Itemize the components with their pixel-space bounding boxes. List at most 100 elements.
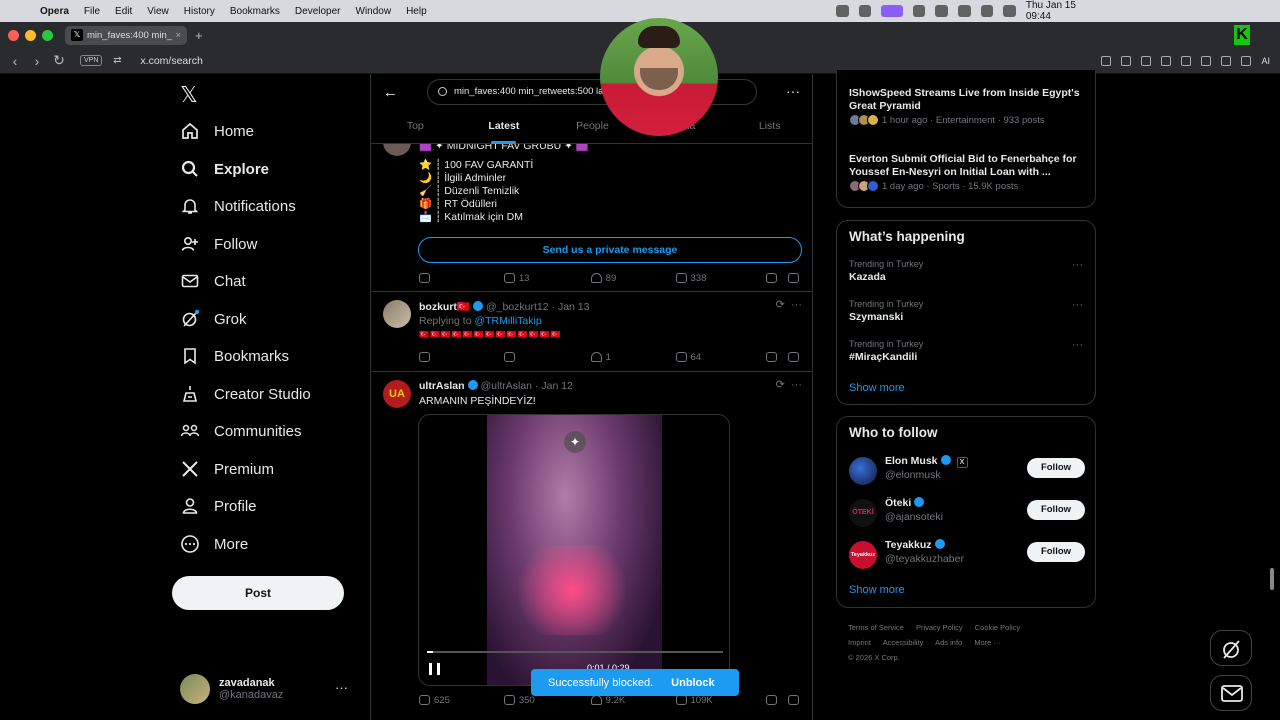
account-switcher[interactable]: zavadanak @kanadavaz ··· [180,674,360,704]
nav-communities[interactable]: Communities [180,417,302,445]
play-icon[interactable] [958,5,971,17]
nav-profile[interactable]: Profile [180,492,257,520]
trends-show-more-link[interactable]: Show more [849,382,905,394]
pause-icon[interactable] [429,663,440,675]
unblock-button[interactable]: Unblock [671,677,714,689]
trend-more-icon[interactable]: ··· [1072,339,1083,351]
moon-icon[interactable] [980,5,994,17]
messages-fab-button[interactable] [1210,675,1252,711]
footer-link[interactable]: Cookie Policy [975,623,1020,632]
avatar[interactable]: ÖTEKİ [849,499,877,527]
list-icon[interactable] [1201,56,1212,66]
trend-name[interactable]: Szymanski [849,311,903,323]
menu-view[interactable]: View [147,6,169,17]
cube-icon[interactable] [1241,56,1252,66]
tweet-midnight-fav[interactable]: 🟪 ✦ MIDNIGHT FAV GRUBU ✦ 🟪 ⭐ ┆ 100 FAV G… [371,128,812,292]
tweet-ultraslan[interactable]: UA ultrAslan @ultrAslan · Jan 12 ⟳ ··· AR… [371,372,812,720]
reply-button[interactable]: 625 [419,693,504,707]
reply-button[interactable] [419,271,504,285]
nav-explore[interactable]: Explore [180,155,269,183]
footer-link[interactable]: Terms of Service [848,623,904,632]
vpn-badge[interactable]: VPN [80,55,103,66]
share-button[interactable] [787,693,799,707]
footer-link[interactable]: Accessibility [883,638,924,647]
news-title[interactable]: IShowSpeed Streams Live from Inside Egyp… [849,87,1085,113]
url-field[interactable]: x.com/search [140,55,202,67]
menu-developer[interactable]: Developer [295,6,341,17]
follow-suggestion[interactable]: ÖTEKİ Öteki @ajansoteki Follow [849,497,1085,529]
follow-button[interactable]: Follow [1027,500,1085,520]
menu-help[interactable]: Help [406,6,427,17]
follow-suggestion[interactable]: Elon Musk X @elonmusk Follow [849,455,1085,487]
control-center-icon[interactable] [1003,5,1016,17]
forward-icon[interactable]: › [26,53,48,69]
menu-window[interactable]: Window [356,6,392,17]
profile-icon[interactable] [1221,56,1232,66]
clock[interactable]: Thu Jan 15 09:44 [1026,0,1096,22]
new-tab-button[interactable]: + [195,28,203,43]
tab-latest[interactable]: Latest [460,116,549,144]
bookmark-button[interactable] [766,350,788,364]
ai-button[interactable]: AI [1261,56,1270,66]
footer-link[interactable]: More ··· [974,638,1001,647]
tab-top[interactable]: Top [371,116,460,144]
battery-icon[interactable] [935,5,949,17]
tweet-bozkurt[interactable]: bozkurt🇹🇷 @_bozkurt12 · Jan 13 ⟳ ··· Repl… [371,292,812,372]
edit-icon[interactable] [1101,56,1112,66]
tweet-date[interactable]: · Jan 12 [535,380,573,392]
replying-mention[interactable]: @TRMilliTakip [474,315,541,327]
follow-button[interactable]: Follow [1027,542,1085,562]
nav-chat[interactable]: Chat [180,267,246,295]
back-icon[interactable]: ‹ [4,53,26,69]
retweet-button[interactable]: 13 [503,271,591,285]
footer-link[interactable]: Ads info [935,638,962,647]
nav-creator-studio[interactable]: Creator Studio [180,380,311,408]
nav-follow[interactable]: Follow [180,230,257,258]
menu-history[interactable]: History [184,6,215,17]
zoom-window-button[interactable] [42,29,53,41]
follow-suggestion[interactable]: Teyakkuz Teyakkuz @teyakkuzhaber Follow [849,539,1085,571]
nav-bookmarks[interactable]: Bookmarks [180,342,289,370]
views-button[interactable]: 338 [675,271,767,285]
tab-lists[interactable]: Lists [725,116,812,144]
search-more-icon[interactable]: ··· [786,83,800,99]
author-name[interactable]: bozkurt🇹🇷 [419,301,470,313]
grok-fab-button[interactable] [1210,630,1252,666]
status-icon[interactable] [912,5,926,17]
shield-icon[interactable] [1141,56,1152,66]
menu-bookmarks[interactable]: Bookmarks [230,6,280,17]
close-tab-icon[interactable]: × [175,30,181,41]
tweet-more-icon[interactable]: ⟳ ··· [776,298,802,311]
nav-grok[interactable]: Grok [180,305,247,333]
nav-more[interactable]: More [180,530,248,558]
share-button[interactable] [787,350,799,364]
reply-button[interactable] [419,350,504,364]
browser-tab[interactable]: 𝕏 min_faves:400 min_retweets:500 × [65,25,187,45]
follow-show-more-link[interactable]: Show more [849,584,905,596]
like-button[interactable]: 89 [590,271,676,285]
menu-edit[interactable]: Edit [115,6,132,17]
play-icon[interactable] [1161,56,1172,66]
site-info-icon[interactable]: ⇄ [106,55,128,66]
menu-file[interactable]: File [84,6,100,17]
nav-home[interactable]: Home [180,117,254,145]
trend-more-icon[interactable]: ··· [1072,259,1083,271]
footer-link[interactable]: Privacy Policy [916,623,963,632]
grok-sparkle-icon[interactable]: ✦ [564,431,586,453]
avatar[interactable]: UA [383,380,411,408]
reload-icon[interactable]: ↻ [48,52,70,69]
avatar[interactable]: Teyakkuz [849,541,877,569]
tweet-more-icon[interactable]: ⟳ ··· [776,378,802,391]
trend-name[interactable]: #MiraçKandili [849,351,917,363]
avatar[interactable] [383,300,411,328]
video-player[interactable]: ✦ 0:01 / 0:29 [418,414,730,686]
news-title[interactable]: Everton Submit Official Bid to Fenerbahç… [849,153,1085,179]
back-arrow-icon[interactable]: ← [383,84,398,101]
retweet-button[interactable] [503,350,591,364]
status-icon[interactable] [836,5,849,17]
author-handle[interactable]: @_bozkurt12 [486,301,549,313]
x-logo-icon[interactable]: 𝕏 [180,82,198,108]
views-button[interactable]: 64 [675,350,767,364]
author-handle[interactable]: @ultrAslan [481,380,533,392]
follow-button[interactable]: Follow [1027,458,1085,478]
